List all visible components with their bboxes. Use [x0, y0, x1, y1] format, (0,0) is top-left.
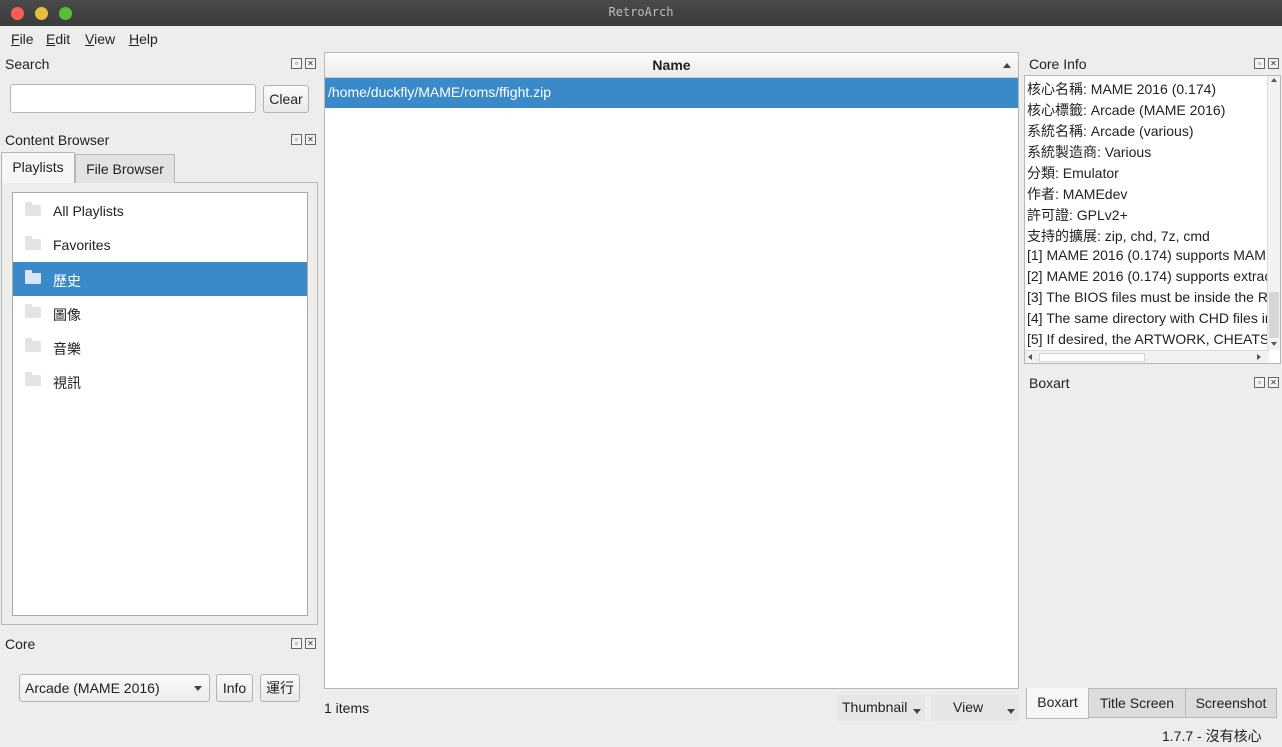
float-icon[interactable]: ▫ — [291, 134, 302, 145]
column-header-name[interactable]: Name — [325, 53, 1018, 78]
boxart-dock-title: Boxart — [1029, 375, 1070, 391]
tab-title-screen[interactable]: Title Screen — [1088, 688, 1186, 718]
close-icon[interactable]: ✕ — [305, 58, 316, 69]
core-info-line: 系統製造商: Various — [1027, 144, 1152, 160]
float-icon[interactable]: ▫ — [1254, 377, 1265, 388]
playlist-item-label: 圖像 — [53, 307, 81, 323]
tab-playlists[interactable]: Playlists — [1, 152, 75, 183]
core-info-line: [5] If desired, the ARTWORK, CHEATS, an — [1027, 331, 1281, 347]
core-dock-buttons: ▫ ✕ — [291, 638, 317, 650]
core-info-line: 分類: Emulator — [1027, 165, 1119, 181]
core-dock-title: Core — [5, 636, 36, 652]
search-dock-title: Search — [5, 56, 50, 72]
clear-button[interactable]: Clear — [263, 85, 309, 113]
table-cell-name: /home/duckfly/MAME/roms/ffight.zip — [328, 84, 552, 100]
close-icon[interactable]: ✕ — [305, 134, 316, 145]
scrollbar-thumb[interactable] — [1039, 353, 1145, 362]
playlist-item-music[interactable]: 音樂 — [13, 330, 307, 364]
close-icon[interactable]: ✕ — [1268, 58, 1279, 69]
scroll-down-icon[interactable] — [1271, 342, 1277, 346]
content-browser-dock-title: Content Browser — [5, 132, 110, 148]
playlist-item-favorites[interactable]: Favorites — [13, 228, 307, 262]
core-info-line: 核心名稱: MAME 2016 (0.174) — [1027, 81, 1217, 97]
tab-screenshot[interactable]: Screenshot — [1185, 688, 1277, 718]
tab-boxart[interactable]: Boxart — [1026, 688, 1089, 719]
playlist-item-label: Favorites — [53, 237, 111, 253]
folder-icon — [25, 202, 41, 216]
core-info-line: 核心標籤: Arcade (MAME 2016) — [1027, 102, 1226, 118]
status-text: 1.7.7 - 沒有核心 — [1162, 728, 1262, 744]
core-info-line: 系統名稱: Arcade (various) — [1027, 123, 1194, 139]
scroll-right-icon[interactable] — [1257, 354, 1261, 360]
core-info-line: [1] MAME 2016 (0.174) supports MAME sa — [1027, 247, 1281, 263]
chevron-down-icon — [194, 686, 202, 691]
playlist-item-history[interactable]: 歷史 — [13, 262, 307, 296]
boxart-dock-buttons: ▫ ✕ — [1254, 377, 1280, 389]
sort-ascending-icon — [1003, 63, 1011, 68]
core-info-line: [2] MAME 2016 (0.174) supports extracte — [1027, 268, 1281, 284]
core-select-value: Arcade (MAME 2016) — [25, 680, 160, 696]
column-header-label: Name — [652, 57, 691, 73]
menu-help[interactable]: Help — [129, 31, 158, 47]
core-info-dock-buttons: ▫ ✕ — [1254, 58, 1280, 70]
view-menu-button[interactable]: View — [931, 695, 1019, 721]
core-select[interactable]: Arcade (MAME 2016) — [19, 674, 210, 702]
float-icon[interactable]: ▫ — [1254, 58, 1265, 69]
search-dock-buttons: ▫ ✕ — [291, 58, 317, 70]
run-button[interactable]: 運行 — [260, 674, 300, 702]
view-button-label: View — [953, 699, 984, 715]
search-input[interactable] — [10, 84, 256, 113]
scroll-left-icon[interactable] — [1028, 354, 1032, 360]
close-icon[interactable]: ✕ — [1268, 377, 1279, 388]
vertical-scrollbar[interactable] — [1267, 76, 1280, 350]
view-mode-select[interactable]: Thumbnail — [837, 695, 925, 721]
chevron-down-icon — [1007, 709, 1015, 714]
title-bar: RetroArch — [0, 0, 1282, 26]
float-icon[interactable]: ▫ — [291, 638, 302, 649]
playlist-list: All Playlists Favorites 歷史 圖像 音樂 視訊 — [12, 192, 308, 616]
playlist-item-label: 視訊 — [53, 375, 81, 391]
playlist-item-all-playlists[interactable]: All Playlists — [13, 194, 307, 228]
folder-icon — [25, 236, 41, 250]
core-info-line: [4] The same directory with CHD files in… — [1027, 310, 1280, 326]
item-count: 1 items — [324, 700, 370, 716]
float-icon[interactable]: ▫ — [291, 58, 302, 69]
core-info-line: 許可證: GPLv2+ — [1027, 207, 1128, 223]
playlist-item-label: 音樂 — [53, 341, 81, 357]
core-info-text[interactable]: 核心名稱: MAME 2016 (0.174) 核心標籤: Arcade (MA… — [1024, 75, 1281, 364]
scroll-up-icon[interactable] — [1271, 78, 1277, 82]
tab-file-browser[interactable]: File Browser — [75, 154, 175, 183]
core-info-button[interactable]: Info — [216, 674, 253, 702]
core-info-dock-title: Core Info — [1029, 56, 1087, 72]
core-info-line: 支持的擴展: zip, chd, 7z, cmd — [1027, 228, 1210, 244]
core-info-line: [3] The BIOS files must be inside the RO… — [1027, 289, 1281, 305]
folder-open-icon — [25, 270, 41, 284]
playlist-item-label: 歷史 — [53, 273, 81, 289]
table-row[interactable]: /home/duckfly/MAME/roms/ffight.zip — [325, 78, 1018, 108]
folder-icon — [25, 338, 41, 352]
chevron-down-icon — [913, 709, 921, 714]
window-title: RetroArch — [608, 5, 674, 19]
menu-edit[interactable]: Edit — [46, 31, 70, 47]
playlist-item-images[interactable]: 圖像 — [13, 296, 307, 330]
folder-icon — [25, 372, 41, 386]
folder-icon — [25, 304, 41, 318]
content-table: Name /home/duckfly/MAME/roms/ffight.zip — [324, 52, 1019, 689]
content-browser-dock-buttons: ▫ ✕ — [291, 134, 317, 146]
menu-view[interactable]: View — [85, 31, 115, 47]
view-mode-value: Thumbnail — [842, 699, 908, 715]
playlist-item-label: All Playlists — [53, 203, 124, 219]
core-info-line: 作者: MAMEdev — [1027, 186, 1128, 202]
menu-bar: File Edit View Help — [0, 26, 1282, 52]
horizontal-scrollbar[interactable] — [1025, 350, 1269, 363]
scrollbar-thumb[interactable] — [1269, 292, 1279, 338]
menu-file[interactable]: File — [11, 31, 34, 47]
close-icon[interactable]: ✕ — [305, 638, 316, 649]
playlist-item-video[interactable]: 視訊 — [13, 364, 307, 398]
